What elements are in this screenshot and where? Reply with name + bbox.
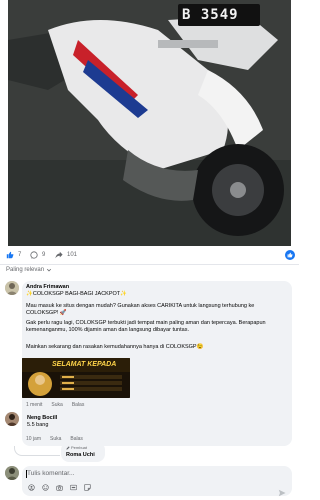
like-icon [6,251,14,259]
divider [0,264,299,265]
like-stat[interactable]: 7 [6,251,21,259]
comment-sort[interactable]: Paling relevan [6,267,52,273]
comment-paragraph: Gak perlu ragu lagi, COLOKSGP terbukti j… [26,320,266,333]
avatar-sticker-icon[interactable] [28,484,35,491]
comment-paragraph: Mainkan sekarang dan rasakan kemudahanny… [26,344,204,350]
sort-label: Paling relevan [6,267,45,273]
badge-label: Pembuat [71,445,88,450]
avatar [5,466,19,480]
comment-placeholder: Tulis komentar... [27,470,75,477]
comment-time[interactable]: 10 jam [26,436,41,442]
promo-text: SELAMAT KEPADA [52,361,117,368]
camera-icon[interactable] [56,484,63,491]
share-icon [55,251,63,259]
send-icon[interactable] [278,484,286,500]
reply-bubble: Pembuat Roma Uchi [61,442,105,462]
like-count: 7 [18,252,22,258]
comment-paragraph: Mau masuk ke situs dengan mudah? Gunakan… [26,303,255,316]
chevron-down-icon [46,268,52,272]
reaction-bar: 7 9 101 [0,248,299,264]
comment-bubble: Neng Bocill 5.5 bang [22,411,82,433]
like-link[interactable]: Suka [51,402,62,408]
comment-meta: 1 menit Suka Balas [26,402,84,408]
comment-author[interactable]: Roma Uchi [66,452,95,458]
author-badge: Pembuat [66,445,87,450]
comment-text: 5.5 bang [27,422,49,428]
composer-tools [28,484,91,491]
comment-author[interactable]: Neng Bocill [27,415,57,421]
share-stat[interactable]: 101 [55,251,77,259]
avatar[interactable] [5,412,19,426]
comment-input[interactable]: Tulis komentar... [22,466,292,497]
motorcycle-image: B 3549 [8,0,291,246]
share-count: 101 [67,252,78,258]
like-reaction-icon [285,250,295,260]
reply-thread-line [14,446,60,456]
pen-icon [66,445,70,450]
comment-count: 9 [42,252,46,258]
avatar[interactable] [5,281,19,295]
comment-stat[interactable]: 9 [30,251,45,259]
sticker-icon[interactable] [84,484,91,491]
comment-time[interactable]: 1 menit [26,402,42,408]
emoji-icon[interactable] [42,484,49,491]
comment-title: ✨COLOKSGP BAGI-BAGI JACKPOT✨ [26,291,128,297]
post-photo[interactable]: B 3549 [0,0,299,246]
license-plate: B 3549 [178,4,260,26]
comment-author[interactable]: Andra Frimawan [26,284,69,290]
reply-link[interactable]: Balas [72,402,85,408]
comment-icon [30,251,38,259]
like-link[interactable]: Suka [50,436,61,442]
gif-icon[interactable] [70,484,77,491]
promo-image[interactable]: SELAMAT KEPADA [22,358,130,398]
